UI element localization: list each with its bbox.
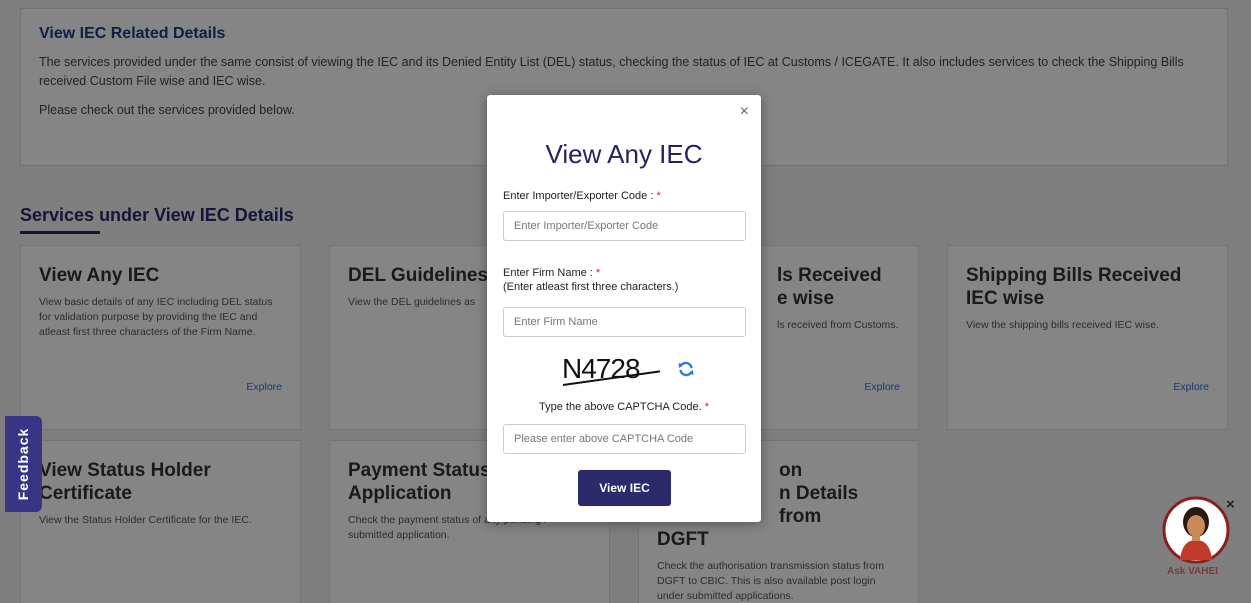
feedback-label[interactable]: Feedback xyxy=(15,428,31,501)
iec-label: Enter Importer/Exporter Code : * xyxy=(503,189,661,203)
modal-title: View Any IEC xyxy=(545,139,703,169)
refresh-icon[interactable] xyxy=(677,360,695,378)
iec-input[interactable] xyxy=(503,211,746,241)
close-icon[interactable]: × xyxy=(740,103,749,121)
captcha-input[interactable] xyxy=(503,424,746,454)
assistant-close-icon[interactable]: × xyxy=(1226,496,1235,513)
iec-label-text: Enter Importer/Exporter Code : xyxy=(503,190,654,202)
captcha-hint: Type the above CAPTCHA Code. * xyxy=(487,401,761,413)
firm-name-input[interactable] xyxy=(503,307,746,337)
required-mark: * xyxy=(704,401,709,413)
firm-name-label: Enter Firm Name : * (Enter atleast first… xyxy=(503,266,678,294)
firm-hint: (Enter atleast first three characters.) xyxy=(503,281,679,293)
required-mark: * xyxy=(595,267,601,279)
vahei-assistant-avatar[interactable] xyxy=(1162,496,1230,564)
view-iec-button[interactable]: View IEC xyxy=(578,470,671,506)
firm-label-text: Enter Firm Name : xyxy=(503,267,593,279)
required-mark: * xyxy=(656,190,661,202)
view-any-iec-modal: × View Any IEC Enter Importer/Exporter C… xyxy=(487,95,761,522)
assistant-label[interactable]: Ask VAHEI xyxy=(1167,566,1218,577)
captcha-hint-text: Type the above CAPTCHA Code. xyxy=(539,401,702,413)
